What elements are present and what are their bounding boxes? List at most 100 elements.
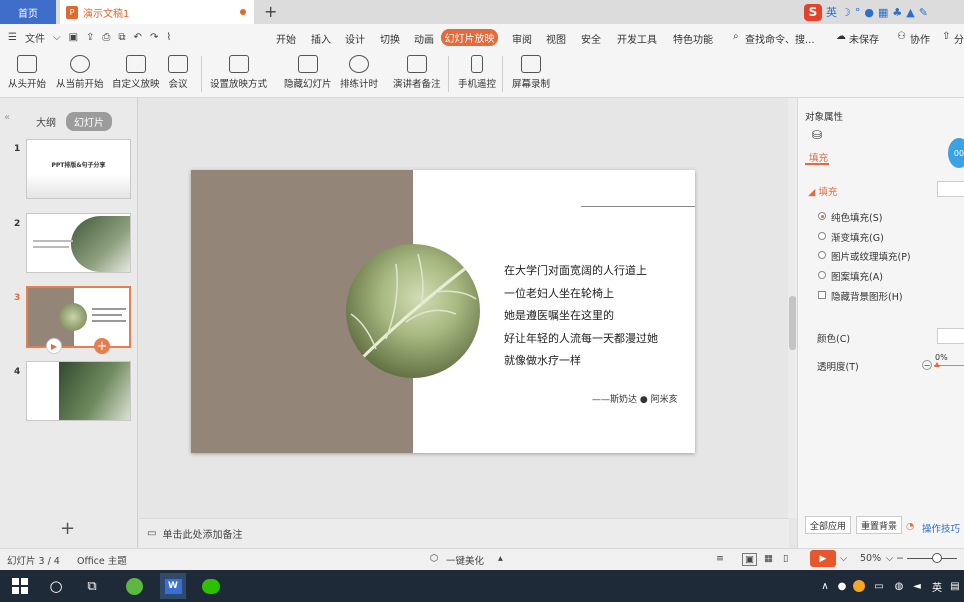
tab-home[interactable]: 首页 [0, 0, 56, 24]
keyboard-icon[interactable]: ▦ [878, 6, 888, 19]
format-painter-icon[interactable]: ⌇ [166, 32, 171, 43]
screen-record-button[interactable]: 屏幕录制 [512, 55, 550, 90]
meeting-button[interactable]: 会议 [168, 55, 188, 90]
tab-review[interactable]: 审阅 [512, 31, 532, 46]
skin-icon[interactable]: ♣ [892, 6, 902, 19]
export-icon[interactable]: ⇪ [86, 32, 94, 43]
slide-thumb-2[interactable] [26, 213, 131, 273]
cortana-icon[interactable]: ○ [46, 576, 66, 596]
windows-start-icon[interactable] [10, 576, 30, 596]
punct-icon[interactable]: ° [855, 6, 861, 19]
tab-slides[interactable]: 幻灯片 [66, 112, 112, 131]
panel-title[interactable]: 对象属性 [805, 109, 843, 123]
collapse-icon[interactable]: « [4, 112, 10, 123]
slide-thumb-4[interactable] [26, 361, 131, 421]
tab-security[interactable]: 安全 [581, 31, 601, 46]
file-menu[interactable]: 文件 [25, 30, 45, 45]
battery-icon[interactable]: ▭ [872, 576, 886, 596]
ime-lang[interactable]: 英 [826, 4, 837, 20]
chevron-down-icon[interactable]: ⌵ [840, 553, 847, 564]
slide-thumb-1[interactable]: PPT排版&句子分享 [26, 139, 131, 199]
preview-icon[interactable]: ⧉ [118, 32, 125, 43]
slideshow-play-button[interactable]: ▶ [810, 550, 836, 567]
speaker-notes-button[interactable]: 演讲者备注 [393, 55, 441, 90]
poem-line[interactable]: 就像做水疗一样 [504, 352, 581, 368]
tab-insert[interactable]: 插入 [311, 31, 331, 46]
option-solid[interactable]: 纯色填充(S) [831, 210, 882, 224]
poem-author[interactable]: ——斯奶达 ● 阿米亥 [592, 392, 678, 405]
poem-line[interactable]: 在大学门对面宽阔的人行道上 [504, 262, 647, 278]
rehearse-button[interactable]: 排练计时 [340, 55, 378, 90]
new-tab-button[interactable]: + [264, 2, 277, 21]
phone-remote-button[interactable]: 手机遥控 [458, 55, 496, 90]
play-slide-icon[interactable]: ▶ [46, 338, 62, 354]
custom-show-button[interactable]: 自定义放映 [112, 55, 160, 90]
add-slide-button[interactable]: + [60, 518, 75, 539]
task-view-icon[interactable]: ⧉ [82, 576, 102, 596]
beautify-button[interactable]: 一键美化 [446, 553, 484, 567]
unsaved-status[interactable]: 未保存 [849, 31, 879, 46]
zoom-knob[interactable] [932, 553, 942, 563]
hamburger-icon[interactable]: ☰ [8, 32, 17, 43]
sogou-tray-icon[interactable] [852, 576, 866, 596]
mic-tray-icon[interactable]: ● [836, 576, 848, 596]
normal-view-icon[interactable]: ▣ [742, 553, 757, 566]
scrollbar-thumb[interactable] [789, 296, 796, 350]
reset-bg-button[interactable]: 重置背景 [856, 516, 902, 534]
chevron-down-icon[interactable]: ⌵ [886, 553, 893, 564]
collab-button[interactable]: 协作 [910, 31, 930, 46]
slide-thumb-3[interactable] [26, 286, 131, 348]
play-from-start-button[interactable]: 从头开始 [8, 55, 46, 90]
option-gradient[interactable]: 渐变填充(G) [831, 230, 884, 244]
wechat-icon[interactable] [200, 576, 222, 596]
tab-features[interactable]: 特色功能 [673, 31, 713, 46]
network-icon[interactable]: ◍ [892, 576, 906, 596]
tab-view[interactable]: 视图 [546, 31, 566, 46]
notes-area[interactable]: ▭ 单击此处添加备注 [139, 518, 789, 548]
fill-bucket-icon[interactable]: ⛁ [812, 128, 822, 142]
undo-icon[interactable]: ↶ [134, 32, 142, 43]
tab-outline[interactable]: 大纲 [36, 114, 56, 129]
radio-solid[interactable] [818, 212, 826, 220]
hide-slide-button[interactable]: 隐藏幻灯片 [284, 55, 332, 90]
print-icon[interactable]: ⎙ [102, 32, 110, 43]
tab-developer[interactable]: 开发工具 [617, 31, 657, 46]
theme-name[interactable]: Office 主题 [77, 553, 127, 567]
tray-up-icon[interactable]: ∧ [818, 576, 832, 596]
radio-picture[interactable] [818, 251, 826, 259]
taskbar-ime[interactable]: 英 [930, 576, 944, 596]
slider-knob-icon[interactable] [934, 362, 940, 367]
save-icon[interactable]: ▣ [69, 32, 78, 43]
chevron-down-icon[interactable]: ⌵ [53, 32, 61, 43]
show-settings-button[interactable]: 设置放映方式 [210, 55, 267, 90]
current-slide[interactable]: 在大学门对面宽阔的人行道上 一位老妇人坐在轮椅上 她是遵医嘱坐在这里的 好让年轻… [191, 170, 695, 453]
mic-icon[interactable]: ● [864, 6, 874, 19]
tips-link[interactable]: 操作技巧 [922, 521, 960, 535]
poem-line[interactable]: 好让年轻的人流每一天都漫过她 [504, 330, 658, 346]
option-picture[interactable]: 图片或纹理填充(P) [831, 249, 911, 263]
zoom-out-icon[interactable]: − [896, 553, 904, 564]
hide-bg-checkbox[interactable] [818, 291, 826, 299]
shirt-icon[interactable]: ▲ [906, 6, 914, 19]
add-after-icon[interactable]: + [94, 338, 110, 354]
radio-gradient[interactable] [818, 232, 826, 240]
fill-section-header[interactable]: ◢ 填充 [808, 184, 837, 198]
tab-slideshow[interactable]: 幻灯片放映 [441, 29, 498, 46]
share-button[interactable]: 分 [954, 31, 964, 46]
tab-start[interactable]: 开始 [276, 31, 296, 46]
deco-line[interactable] [581, 206, 695, 207]
notes-toggle-icon[interactable]: ≡ [716, 553, 724, 564]
volume-icon[interactable]: ◄ [910, 576, 924, 596]
reading-view-icon[interactable]: ▯ [783, 553, 788, 564]
tool-icon[interactable]: ✎ [919, 6, 928, 19]
poem-line[interactable]: 一位老妇人坐在轮椅上 [504, 285, 614, 301]
browser-icon[interactable] [124, 576, 144, 596]
color-picker[interactable] [937, 328, 964, 344]
tab-animation[interactable]: 动画 [414, 31, 434, 46]
search-command[interactable]: 查找命令、搜... [745, 31, 815, 46]
tab-transition[interactable]: 切换 [380, 31, 400, 46]
poem-line[interactable]: 她是遵医嘱坐在这里的 [504, 307, 614, 323]
apply-all-button[interactable]: 全部应用 [805, 516, 851, 534]
wps-icon[interactable]: W [160, 573, 186, 599]
fill-dropdown[interactable] [937, 181, 964, 197]
